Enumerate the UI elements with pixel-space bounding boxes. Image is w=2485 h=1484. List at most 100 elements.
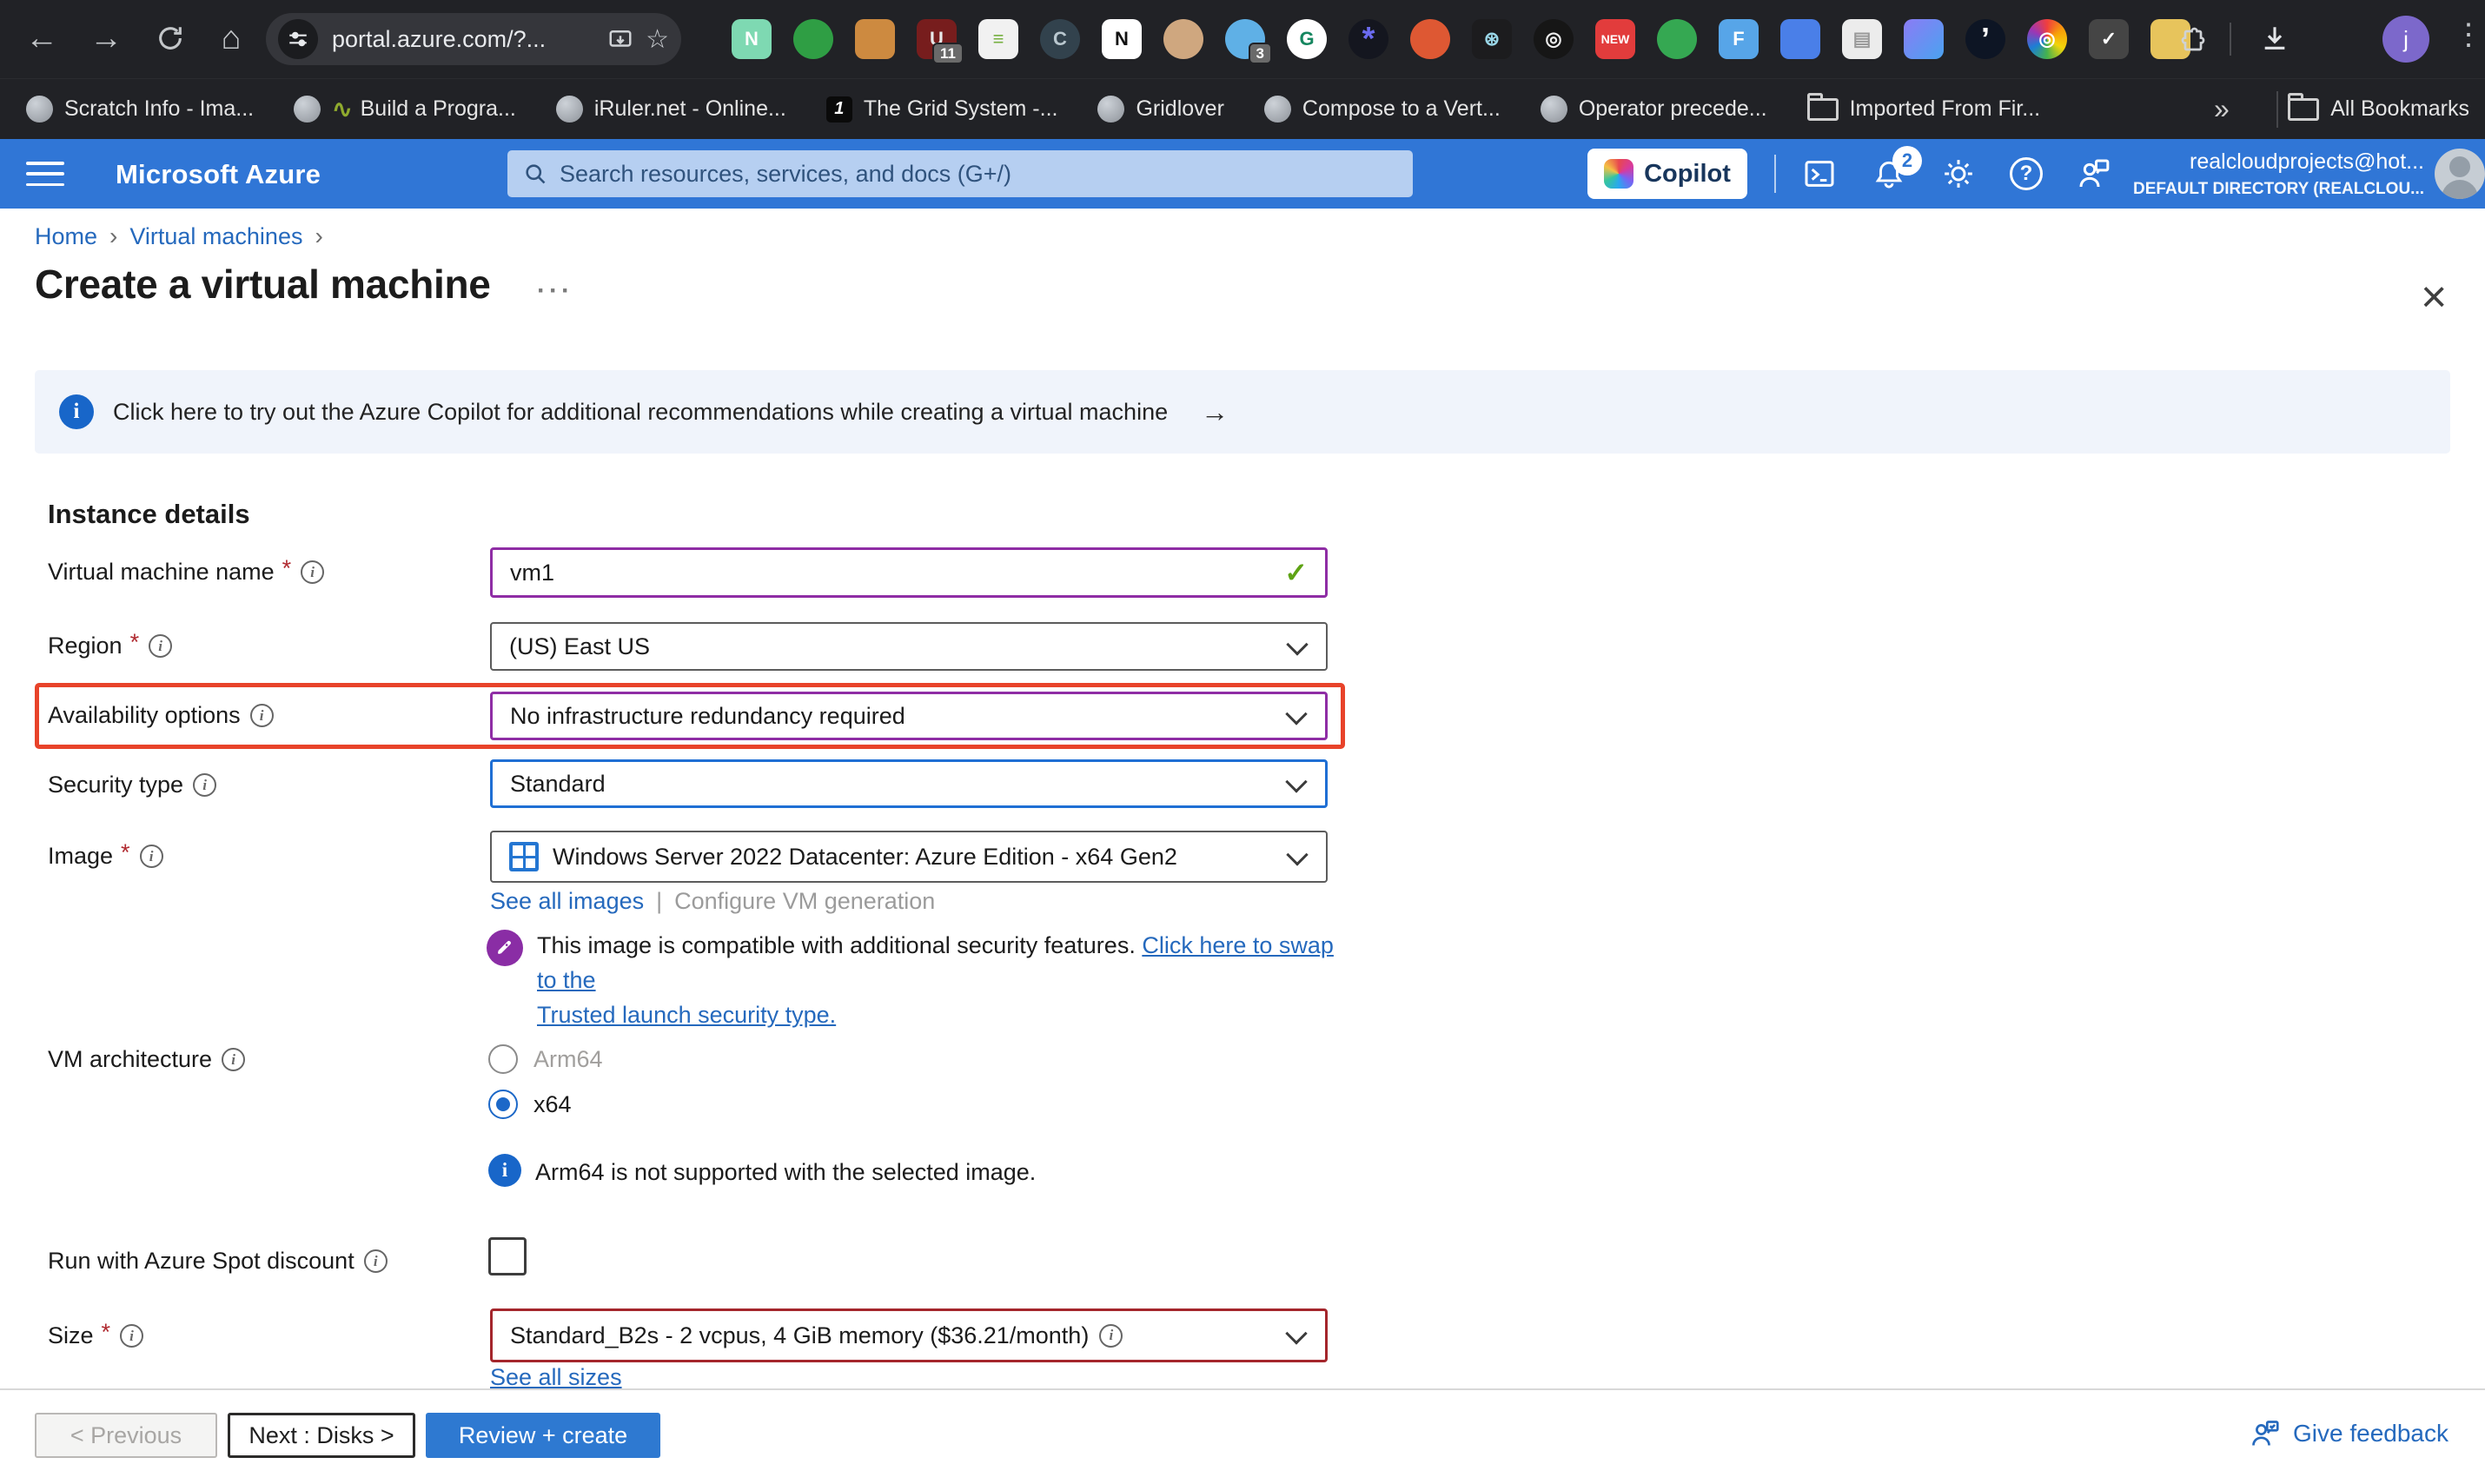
breadcrumb-home[interactable]: Home [35, 223, 97, 250]
bookmark-item[interactable]: Scratch Info - Ima... [26, 96, 254, 123]
bookmark-item[interactable]: Gridlover [1097, 96, 1224, 123]
feedback-icon[interactable] [2075, 155, 2113, 193]
bookmark-item[interactable]: Imported From Fir... [1806, 92, 2040, 122]
bookmark-item[interactable]: 1 The Grid System -... [825, 96, 1057, 123]
ext-icon-rainbow-lens[interactable]: ◎ [2027, 19, 2067, 59]
ext-icon-document[interactable]: ▤ [1842, 19, 1882, 59]
previous-button[interactable]: < Previous [35, 1413, 217, 1458]
ext-icon-green-dancer[interactable] [1657, 19, 1697, 59]
spot-discount-checkbox[interactable] [488, 1237, 527, 1275]
bookmark-item[interactable]: Compose to a Vert... [1263, 96, 1501, 123]
help-icon[interactable]: ? [2007, 155, 2045, 193]
region-value: (US) East US [509, 633, 651, 659]
browser-toolbar: ← → ⌂ portal.azure.com/?... ☆ N U 11 ≡ C N 3 G *… [0, 0, 2485, 78]
info-icon[interactable]: i [1099, 1323, 1123, 1348]
ext-icon-target-rings[interactable]: ◎ [1534, 19, 1574, 59]
info-icon[interactable]: i [363, 1249, 388, 1273]
info-icon[interactable]: i [222, 1048, 246, 1071]
azure-avatar[interactable] [2435, 149, 2485, 199]
hamburger-menu-icon[interactable] [26, 158, 64, 189]
size-dropdown[interactable]: Standard_B2s - 2 vcpus, 4 GiB memory ($3… [490, 1308, 1328, 1362]
bookmark-item[interactable]: ∿ Build a Progra... [294, 95, 516, 123]
breadcrumb-virtual-machines[interactable]: Virtual machines [129, 223, 302, 250]
copilot-label: Copilot [1644, 159, 1731, 188]
info-icon[interactable]: i [193, 773, 217, 797]
extensions-puzzle-icon[interactable] [2170, 19, 2216, 64]
cast-icon[interactable] [607, 26, 633, 52]
settings-gear-icon[interactable] [1939, 155, 1978, 193]
ext-icon-asterisk-flower[interactable]: * [1349, 19, 1388, 59]
vm-architecture-label: VM architecture i [48, 1046, 246, 1073]
ext-icon-notion-n[interactable]: N [1102, 19, 1142, 59]
page-title: Create a virtual machine [35, 262, 491, 307]
review-create-button[interactable]: Review + create [426, 1413, 660, 1458]
ext-icon-list-document[interactable]: ≡ [978, 19, 1018, 59]
spot-discount-label: Run with Azure Spot discount i [48, 1248, 388, 1275]
security-type-dropdown[interactable]: Standard [490, 759, 1328, 808]
ext-icon-quote-mark[interactable]: ’ [1965, 19, 2005, 59]
site-settings-icon[interactable] [278, 19, 318, 59]
ext-icon-avatar-face[interactable] [1163, 19, 1203, 59]
back-icon[interactable]: ← [19, 16, 64, 61]
ext-icon-evernote-elephant[interactable] [793, 19, 833, 59]
bookmarks-overflow-icon[interactable]: » [2214, 93, 2230, 125]
radio-x64[interactable] [488, 1090, 518, 1119]
account-info[interactable]: realcloudprojects@hot... DEFAULT DIRECTO… [2133, 149, 2424, 199]
info-icon[interactable]: i [301, 560, 325, 584]
give-feedback-link[interactable]: Give feedback [2250, 1418, 2449, 1449]
bookmark-star-icon[interactable]: ☆ [646, 24, 669, 55]
all-bookmarks-button[interactable]: All Bookmarks [2288, 92, 2469, 122]
bookmark-item[interactable]: Operator precede... [1540, 96, 1767, 123]
configure-vm-generation-link: Configure VM generation [674, 888, 936, 914]
image-dropdown[interactable]: Windows Server 2022 Datacenter: Azure Ed… [490, 831, 1328, 883]
info-icon[interactable]: i [139, 845, 163, 868]
see-all-sizes-link[interactable]: See all sizes [490, 1364, 622, 1391]
ext-icon-ghost[interactable]: 3 [1225, 19, 1272, 64]
globe-favicon [1540, 96, 1567, 123]
ext-icon-phone[interactable] [1780, 19, 1820, 59]
downloads-icon[interactable] [2252, 16, 2297, 61]
arrow-right-icon[interactable]: → [1201, 396, 1229, 428]
bookmark-label: Gridlover [1136, 96, 1224, 121]
see-all-images-link[interactable]: See all images [490, 888, 644, 915]
radio-arm64[interactable] [488, 1044, 518, 1074]
availability-options-dropdown[interactable]: No infrastructure redundancy required [490, 692, 1328, 740]
copilot-banner[interactable]: i Click here to try out the Azure Copilo… [35, 370, 2450, 454]
info-icon[interactable]: i [249, 704, 274, 727]
ext-icon-check-dark[interactable]: ✓ [2089, 19, 2129, 59]
feedback-person-icon [2252, 1421, 2279, 1446]
azure-brand[interactable]: Microsoft Azure [116, 159, 321, 190]
region-dropdown[interactable]: (US) East US [490, 622, 1328, 671]
ext-icon-ublock-shield[interactable]: U 11 [917, 19, 964, 64]
info-icon[interactable]: i [120, 1324, 144, 1348]
next-disks-button[interactable]: Next : Disks > [228, 1413, 415, 1458]
copilot-button[interactable]: Copilot [1587, 149, 1747, 199]
reload-icon[interactable] [148, 16, 193, 61]
cloud-shell-icon[interactable] [1800, 155, 1839, 193]
vm-name-input[interactable]: vm1 ✓ [490, 547, 1328, 598]
ext-icon-react-atom[interactable]: ⊛ [1472, 19, 1512, 59]
url-text[interactable]: portal.azure.com/?... [332, 26, 595, 53]
home-icon[interactable]: ⌂ [209, 16, 254, 61]
ext-icon-notes-n[interactable]: N [732, 19, 772, 59]
screen: ← → ⌂ portal.azure.com/?... ☆ N U 11 ≡ C N 3 G *… [0, 0, 2485, 1484]
more-options-icon[interactable]: ··· [537, 276, 573, 306]
browser-menu-icon[interactable]: ⋮ [2454, 17, 2483, 52]
ext-icon-fonts-f[interactable]: F [1719, 19, 1759, 59]
ext-icon-crescent-c[interactable]: C [1040, 19, 1080, 59]
ext-icon-grammarly-g[interactable]: G [1287, 19, 1327, 59]
browser-profile-avatar[interactable]: j [2382, 16, 2429, 63]
chevron-down-icon [1285, 771, 1308, 793]
ext-icon-camel-book[interactable] [855, 19, 895, 59]
ext-icon-duckduckgo[interactable] [1410, 19, 1450, 59]
footer-bar: < Previous Next : Disks > Review + creat… [0, 1388, 2485, 1484]
bookmark-item[interactable]: iRuler.net - Online... [555, 96, 786, 123]
info-icon[interactable]: i [149, 634, 173, 658]
address-bar[interactable]: portal.azure.com/?... ☆ [266, 13, 681, 65]
ext-icon-gradient-grid[interactable] [1904, 19, 1944, 59]
ext-icon-new-badge[interactable]: NEW [1595, 19, 1635, 59]
forward-icon[interactable]: → [83, 16, 129, 61]
copilot-logo-icon [1604, 159, 1634, 189]
azure-search-input[interactable]: Search resources, services, and docs (G+… [507, 150, 1413, 197]
close-icon[interactable]: × [2421, 271, 2447, 323]
